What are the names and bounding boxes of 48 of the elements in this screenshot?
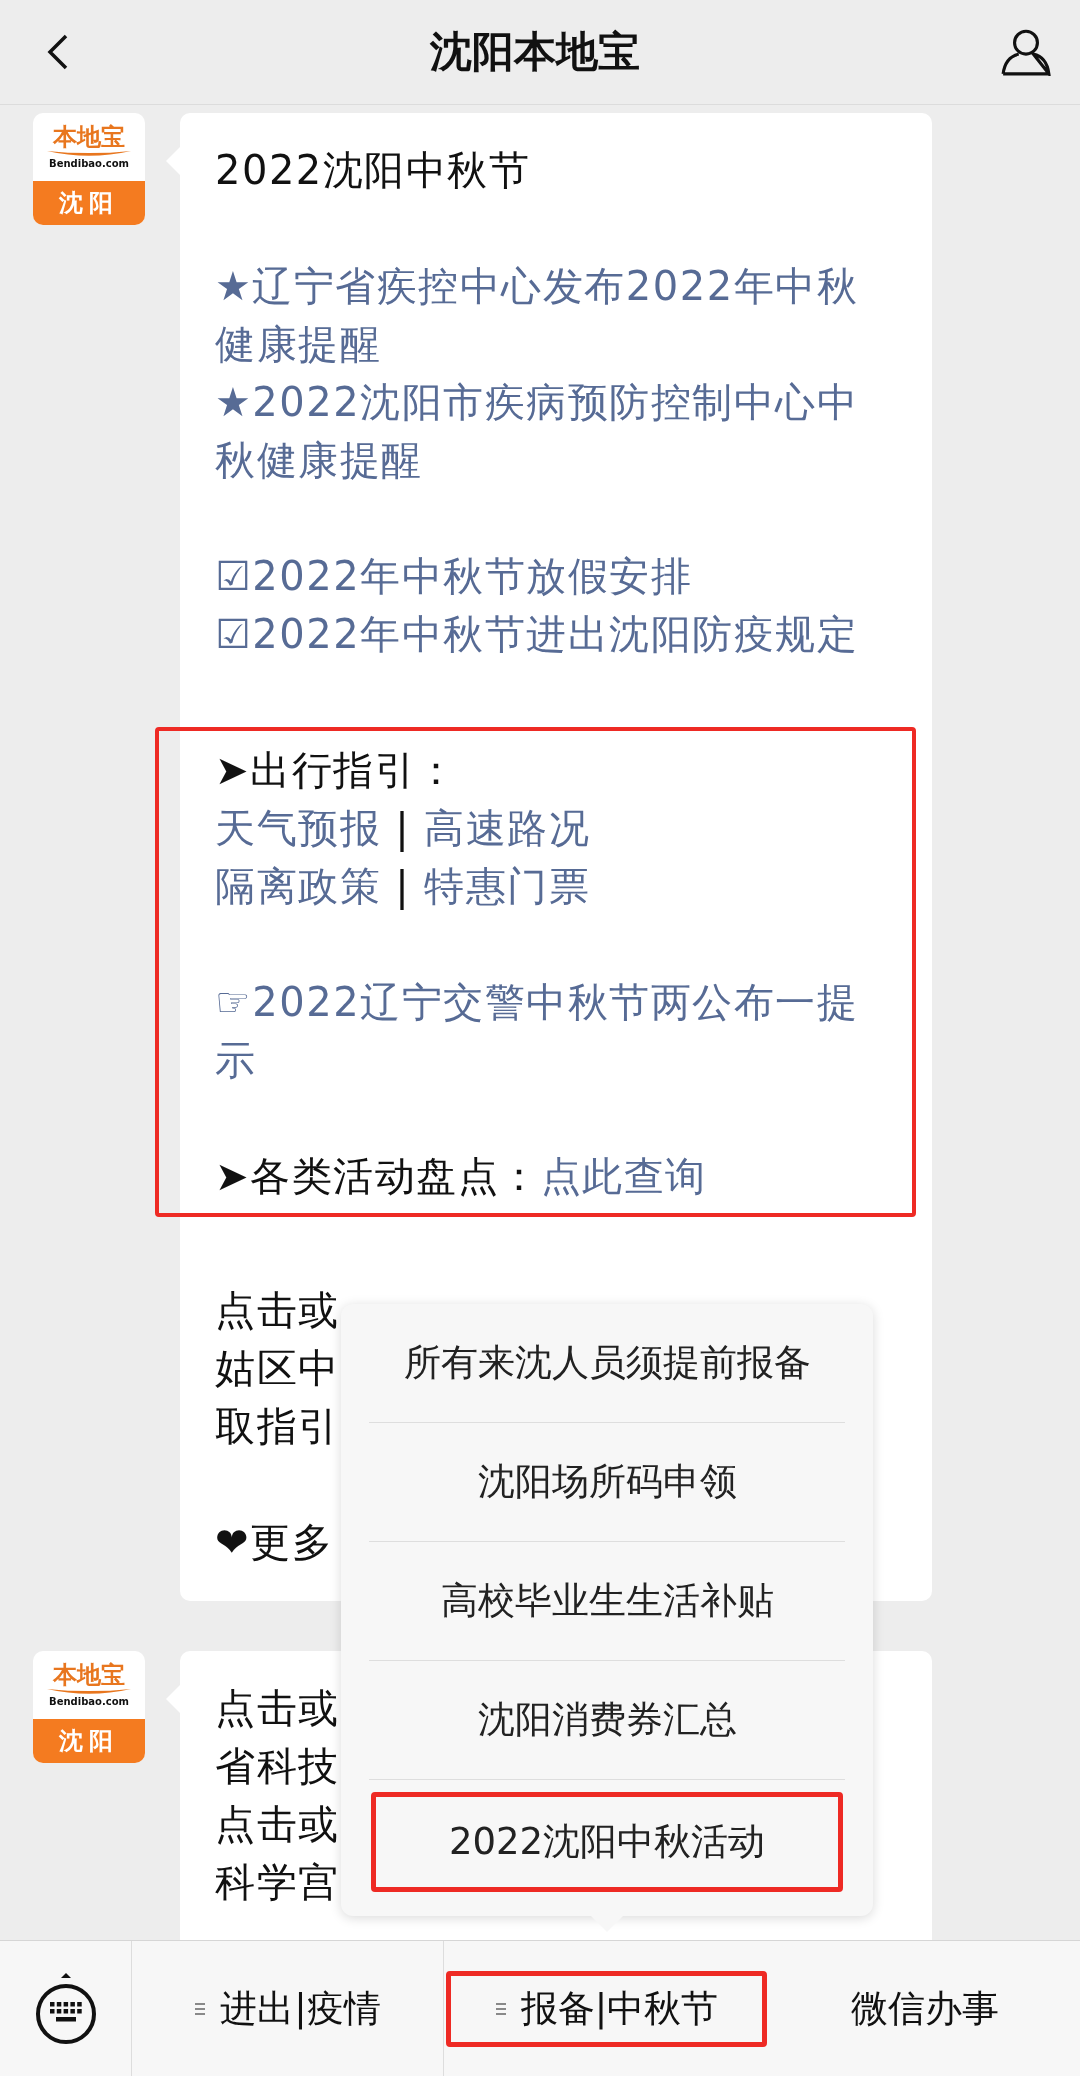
link[interactable]: ★辽宁省疾控中心发布2022年中秋健康提醒 <box>215 257 888 373</box>
logo-domain: Bendibao.com <box>49 156 129 171</box>
link[interactable]: 点此查询 <box>540 1153 707 1199</box>
link[interactable]: ☞2022辽宁交警中秋节两公布一提示 <box>215 973 884 1089</box>
menu-item[interactable]: 所有来沈人员须提前报备 <box>369 1304 845 1422</box>
menu-item[interactable]: 2022沈阳中秋活动 <box>371 1792 843 1892</box>
logo-brand: 本地宝 <box>53 123 125 150</box>
message-text: 点击或 <box>215 1801 340 1847</box>
link[interactable]: 天气预报 <box>215 805 381 851</box>
link[interactable]: ☑2022年中秋节进出沈阳防疫规定 <box>215 605 888 663</box>
menu-tab[interactable]: 进出|疫情 <box>132 1941 444 2076</box>
logo-brand: 本地宝 <box>53 1661 125 1688</box>
link[interactable]: 特惠门票 <box>424 863 591 909</box>
message-text: | <box>394 863 412 909</box>
bullet-icon: ❤ <box>215 1519 250 1565</box>
link[interactable]: 高速路况 <box>424 805 591 851</box>
page-title: 沈阳本地宝 <box>430 26 640 78</box>
message-text: 更多 <box>250 1519 333 1565</box>
message-text: 科学宫 <box>215 1859 340 1905</box>
logo-city: 沈阳 <box>33 181 145 225</box>
menu-item[interactable]: 沈阳消费券汇总 <box>369 1661 845 1779</box>
message-text: | <box>394 805 412 851</box>
link[interactable]: 隔离政策 <box>215 863 381 909</box>
link[interactable]: ★2022沈阳市疾病预防控制中心中秋健康提醒 <box>215 373 888 489</box>
keyboard-icon[interactable] <box>33 1971 98 2046</box>
message-text: 点击或 <box>215 1287 340 1333</box>
menu-item[interactable]: 沈阳场所码申领 <box>369 1423 845 1541</box>
submenu-icon <box>194 2001 207 2016</box>
message-text: 省科技 <box>215 1743 340 1789</box>
menu-tab[interactable]: 报备|中秋节 <box>446 1970 767 2047</box>
bullet-icon: ➤ <box>215 1153 250 1199</box>
person-icon[interactable] <box>1000 28 1052 76</box>
avatar-logo[interactable]: 本地宝 Bendibao.com 沈阳 <box>33 113 145 225</box>
bullet-icon: ➤ <box>215 747 250 793</box>
submenu-icon <box>494 2001 507 2016</box>
message-text: 点击或 <box>215 1685 340 1731</box>
avatar-logo[interactable]: 本地宝 Bendibao.com 沈阳 <box>33 1651 145 1763</box>
menu-tab[interactable]: 微信办事 <box>769 1941 1080 2076</box>
message-text: 姑区中 <box>215 1345 340 1391</box>
logo-city: 沈阳 <box>33 1719 145 1763</box>
back-icon[interactable] <box>46 32 70 72</box>
message-text: 出行指引： <box>250 747 458 793</box>
message-text: 取指引 <box>215 1403 340 1449</box>
menu-item[interactable]: 高校毕业生生活补贴 <box>369 1542 845 1660</box>
logo-domain: Bendibao.com <box>49 1694 129 1709</box>
message-text: 各类活动盘点： <box>250 1153 541 1199</box>
link[interactable]: ☑2022年中秋节放假安排 <box>215 547 888 605</box>
message-title: 2022沈阳中秋节 <box>215 147 531 193</box>
